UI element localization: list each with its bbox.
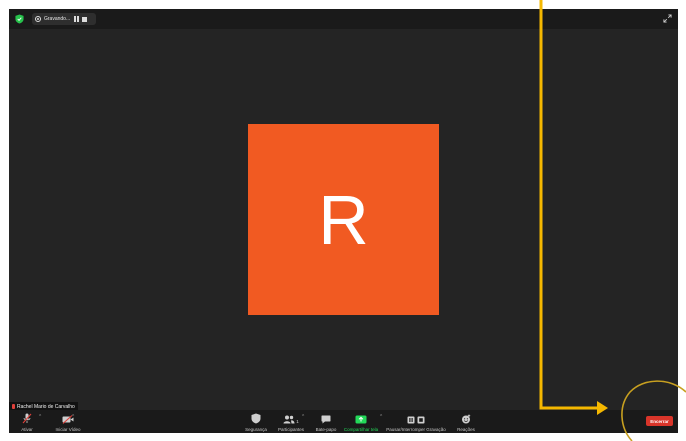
share-screen-label: Compartilhar tela xyxy=(343,427,379,432)
microphone-muted-icon xyxy=(22,413,32,424)
recording-icon xyxy=(35,16,41,22)
security-shield-icon xyxy=(251,413,261,424)
participants-count: 1 xyxy=(296,419,299,424)
start-video-label: Iniciar Vídeo xyxy=(55,427,81,432)
video-area: R xyxy=(9,29,678,403)
zoom-meeting-window: Gravando... R Rachel Mario de Carvalho A… xyxy=(9,9,678,433)
participants-label: Participantes xyxy=(277,427,304,432)
participant-avatar: R xyxy=(248,124,439,315)
reactions-emoji-icon xyxy=(462,414,471,424)
avatar-initial: R xyxy=(318,180,369,259)
participants-options-chevron-icon[interactable]: ⌃ xyxy=(301,414,305,420)
end-meeting-button[interactable]: Encerrar xyxy=(646,416,673,426)
chat-label: Bate-papo xyxy=(315,427,337,432)
fullscreen-icon[interactable] xyxy=(663,14,672,23)
security-button[interactable]: Segurança xyxy=(238,410,274,433)
meeting-toolbar: Ativar ⌃ Iniciar Vídeo ⌃ Segurança 1 Par… xyxy=(9,410,678,433)
stop-icon[interactable] xyxy=(82,16,87,22)
mute-options-chevron-icon[interactable]: ⌃ xyxy=(38,414,42,420)
pause-stop-recording-label: Pausar/Interromper Gravação xyxy=(386,427,446,432)
muted-mic-icon xyxy=(12,404,15,409)
start-video-button[interactable]: Iniciar Vídeo xyxy=(45,410,91,433)
chat-bubble-icon xyxy=(321,415,331,424)
top-bar: Gravando... xyxy=(9,9,678,29)
stop-recording-icon xyxy=(417,416,425,424)
mute-label: Ativar xyxy=(21,427,33,432)
participant-name-tag: Rachel Mario de Carvalho xyxy=(9,402,78,410)
reactions-button[interactable]: Reações xyxy=(455,410,477,433)
pause-recording-icon xyxy=(407,416,415,424)
shield-icon[interactable] xyxy=(15,14,24,24)
pause-stop-recording-button[interactable]: Pausar/Interromper Gravação xyxy=(383,410,449,433)
reactions-label: Reações xyxy=(457,427,475,432)
video-options-chevron-icon[interactable]: ⌃ xyxy=(71,414,75,420)
participants-icon xyxy=(283,415,295,424)
recording-label: Gravando... xyxy=(44,16,71,22)
participant-name: Rachel Mario de Carvalho xyxy=(17,403,75,410)
recording-indicator: Gravando... xyxy=(32,13,96,25)
chat-button[interactable]: Bate-papo xyxy=(311,410,341,433)
security-label: Segurança xyxy=(245,427,267,432)
pause-icon[interactable] xyxy=(73,16,79,22)
share-screen-button[interactable]: Compartilhar tela xyxy=(341,410,381,433)
share-screen-icon xyxy=(355,415,367,424)
mute-button[interactable]: Ativar xyxy=(17,410,37,433)
